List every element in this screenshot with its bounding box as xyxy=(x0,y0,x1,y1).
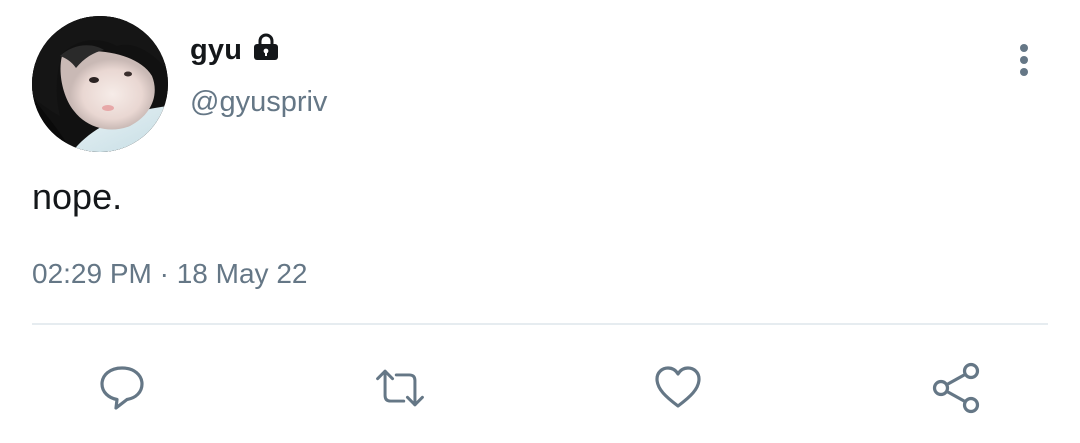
share-icon xyxy=(932,362,980,414)
like-button[interactable] xyxy=(650,360,706,416)
tweet-timestamp[interactable]: 02:29 PM · 18 May 22 xyxy=(32,258,307,290)
retweet-icon xyxy=(376,369,424,407)
handle[interactable]: @gyuspriv xyxy=(190,86,327,119)
lock-icon xyxy=(250,31,282,68)
reply-button[interactable] xyxy=(94,360,150,416)
more-options-button[interactable] xyxy=(1008,40,1040,80)
display-name[interactable]: gyu xyxy=(190,34,242,67)
share-button[interactable] xyxy=(928,360,984,416)
retweet-button[interactable] xyxy=(372,360,428,416)
reply-icon xyxy=(100,366,144,410)
divider xyxy=(32,323,1048,325)
avatar[interactable] xyxy=(32,16,168,152)
avatar-image xyxy=(32,16,168,152)
more-vertical-icon xyxy=(1020,44,1028,76)
author-name-row: gyu xyxy=(190,32,282,68)
heart-icon xyxy=(655,366,701,408)
tweet-text: nope. xyxy=(32,176,123,217)
